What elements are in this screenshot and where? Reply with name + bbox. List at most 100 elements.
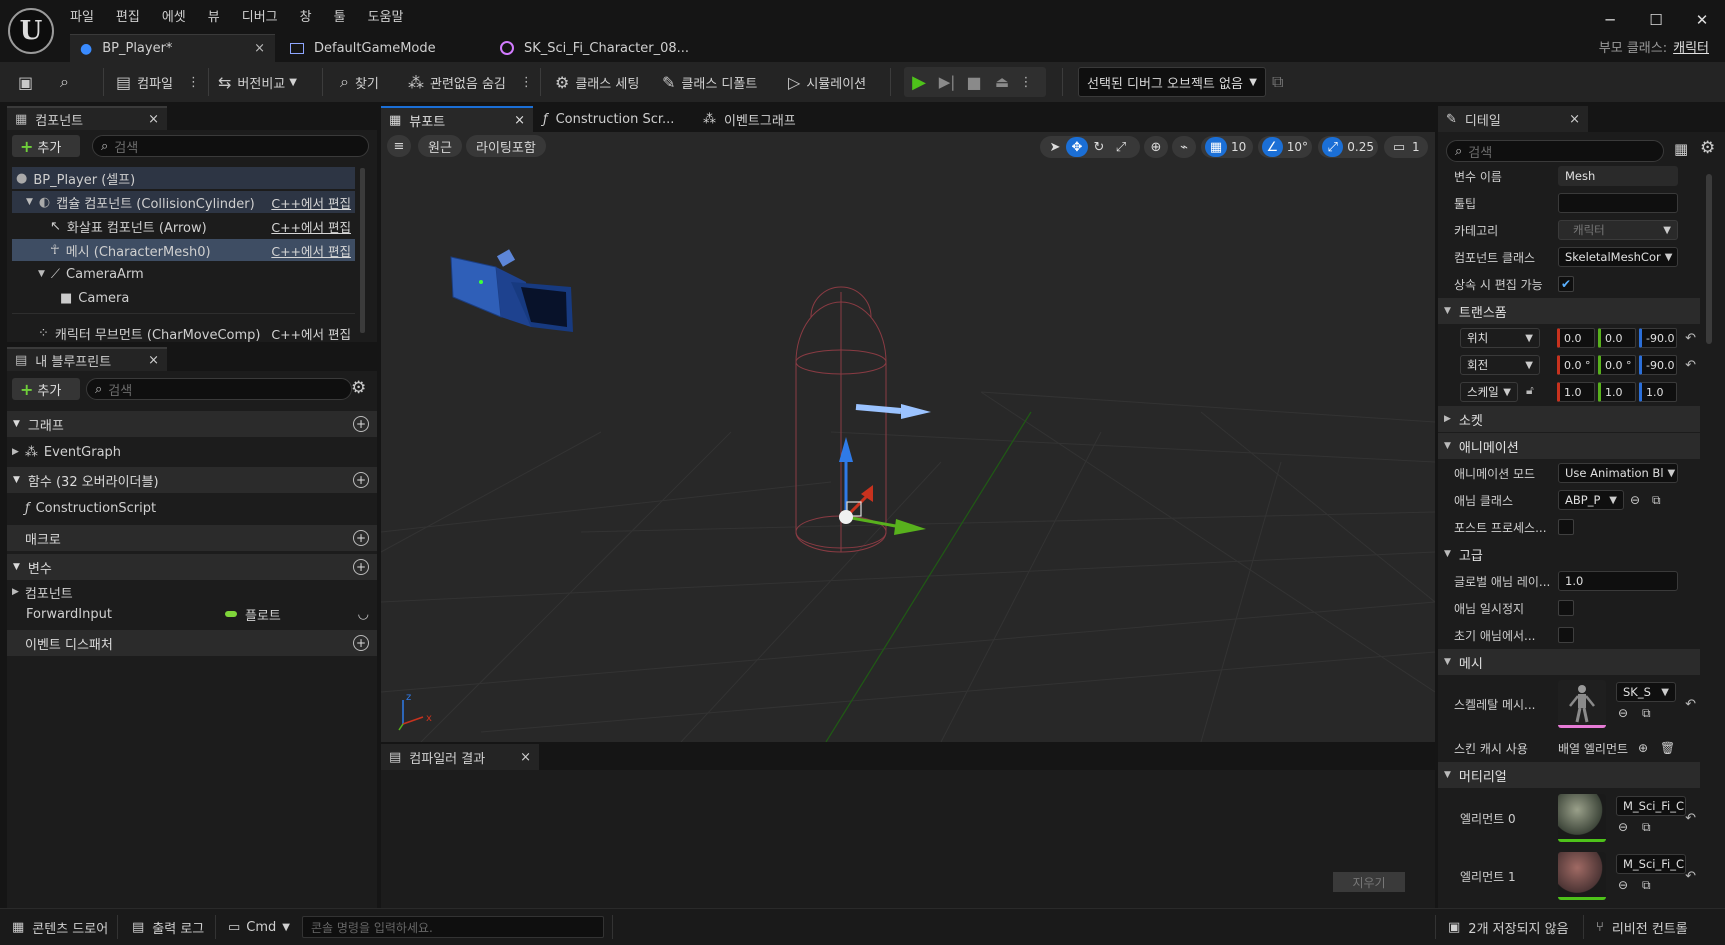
tree-item-arrow[interactable]: ↖ 화살표 컴포넌트 (Arrow) C++에서 편집 xyxy=(12,215,355,237)
viewport[interactable]: z x xyxy=(381,132,1435,742)
compile-button[interactable]: ▤ 컴파일 ⋮ xyxy=(116,62,200,102)
step-icon[interactable]: ▶| xyxy=(934,73,960,91)
section-functions[interactable]: ▼ 함수 (32 오버라이더블) + xyxy=(7,467,377,493)
location-z[interactable]: -90.0 xyxy=(1639,328,1677,348)
use-selected-icon[interactable]: ⊖ xyxy=(1618,878,1628,892)
rotate-icon[interactable]: ↻ xyxy=(1088,137,1110,157)
section-macros[interactable]: 매크로 + xyxy=(7,525,377,551)
eye-icon[interactable]: ◡ xyxy=(358,607,369,622)
use-selected-icon[interactable]: ⊖ xyxy=(1630,493,1640,507)
section-sockets[interactable]: ▶ 소켓 xyxy=(1438,406,1700,432)
browse-folder-icon[interactable]: ⧉ xyxy=(1642,706,1651,721)
editable-checkbox[interactable]: ✔ xyxy=(1558,276,1574,292)
browse-button[interactable]: ⌕ xyxy=(60,62,75,102)
settings-gear-icon[interactable]: ⚙ xyxy=(351,378,366,398)
world-local-button[interactable]: ⊕ xyxy=(1144,136,1168,158)
browse-folder-icon[interactable]: ⧉ xyxy=(1642,820,1651,835)
lock-icon[interactable]: 🔓︎ xyxy=(1526,383,1534,398)
add-graph-icon[interactable]: + xyxy=(353,416,369,432)
doc-tab-bp-player[interactable]: ● BP_Player* × xyxy=(70,34,275,62)
my-blueprint-search-input[interactable]: ⌕ 검색 xyxy=(86,378,352,400)
rotation-x[interactable]: 0.0 ° xyxy=(1557,355,1595,375)
material-1-thumbnail[interactable] xyxy=(1558,852,1606,900)
settings-gear-icon[interactable]: ⚙ xyxy=(1700,138,1715,158)
compiler-tab[interactable]: ▤ 컴파일러 결과 × xyxy=(381,744,539,770)
eject-icon[interactable]: ⏏ xyxy=(988,73,1016,91)
clear-button[interactable]: 지우기 xyxy=(1333,872,1405,892)
tree-item-camera-arm[interactable]: ▼ ⟋ CameraArm xyxy=(12,263,355,285)
use-selected-icon[interactable]: ⊖ xyxy=(1618,706,1628,720)
edit-cpp-link[interactable]: C++에서 편집 xyxy=(271,217,351,236)
location-y[interactable]: 0.0 xyxy=(1598,328,1636,348)
edit-cpp-link[interactable]: C++에서 편집 xyxy=(271,193,351,212)
class-settings-button[interactable]: ⚙ 클래스 세팅 xyxy=(555,62,639,102)
debug-object-dropdown[interactable]: 선택된 디버그 오브젝트 없음 ▼ xyxy=(1078,67,1266,97)
component-class-dropdown[interactable]: SkeletalMeshCor ▼ xyxy=(1558,247,1678,267)
my-blueprint-tab[interactable]: ▤ 내 블루프린트 × xyxy=(7,347,167,371)
browse-folder-icon[interactable]: ⧉ xyxy=(1652,493,1661,508)
details-scrollbar[interactable] xyxy=(1706,174,1712,344)
initial-anim-checkbox[interactable] xyxy=(1558,627,1574,643)
unsaved-assets-button[interactable]: ▣ 2개 저장되지 않음 xyxy=(1448,909,1569,945)
location-mode-dropdown[interactable]: 위치 ▼ xyxy=(1460,328,1540,348)
viewport-menu-button[interactable]: ≡ xyxy=(387,135,411,157)
material-1-field[interactable]: M_Sci_Fi_C xyxy=(1616,854,1686,874)
add-member-button[interactable]: + 추가 xyxy=(12,378,80,400)
tree-item-movement[interactable]: ⁘ 캐릭터 무브먼트 (CharMoveComp) C++에서 편집 xyxy=(12,322,355,344)
reset-arrow-icon[interactable]: ↶ xyxy=(1685,358,1696,373)
diff-button[interactable]: ⇆ 버전비교 ▼ xyxy=(218,62,297,102)
skeletal-mesh-thumbnail[interactable] xyxy=(1558,680,1606,728)
use-selected-icon[interactable]: ⊖ xyxy=(1618,820,1628,834)
tree-item-self[interactable]: ● BP_Player (셀프) xyxy=(12,167,355,189)
lighting-button[interactable]: 라이팅포함 xyxy=(466,135,546,157)
content-drawer-button[interactable]: ▦ 콘텐츠 드로어 xyxy=(12,909,108,945)
add-element-icon[interactable]: ⊕ xyxy=(1638,741,1648,755)
details-search-input[interactable]: ⌕ 검색 xyxy=(1446,140,1664,162)
menu-help[interactable]: 도움말 xyxy=(368,6,418,25)
variable-item-forward-input[interactable]: ForwardInput 플로트 ◡ xyxy=(7,602,377,626)
more-icon[interactable]: ⋮ xyxy=(520,75,533,90)
section-event-dispatchers[interactable]: 이벤트 디스패처 + xyxy=(7,630,377,656)
close-icon[interactable]: × xyxy=(520,750,531,765)
cmd-dropdown[interactable]: ▭ Cmd ▼ xyxy=(228,909,290,945)
material-0-thumbnail[interactable] xyxy=(1558,794,1606,842)
reset-arrow-icon[interactable]: ↶ xyxy=(1685,869,1696,884)
section-mesh[interactable]: ▼ 메시 xyxy=(1438,649,1700,675)
details-tab[interactable]: ✎ 디테일 × xyxy=(1438,106,1588,132)
forward-arrow-component[interactable] xyxy=(855,404,931,419)
scale-z[interactable]: 1.0 xyxy=(1639,382,1677,402)
camera-mesh[interactable] xyxy=(450,249,573,332)
menu-view[interactable]: 뷰 xyxy=(208,6,234,25)
menu-tools[interactable]: 툴 xyxy=(334,6,360,25)
edit-cpp-link[interactable]: C++에서 편집 xyxy=(271,324,351,343)
viewport-scene[interactable]: z x xyxy=(381,132,1435,742)
more-icon[interactable]: ⋮ xyxy=(187,75,200,90)
scale-mode-dropdown[interactable]: 스케일 ▼ xyxy=(1460,382,1518,402)
tab-construction-script[interactable]: ƒ Construction Scr... xyxy=(533,106,693,132)
section-graphs[interactable]: ▼ 그래프 + xyxy=(7,411,377,437)
function-item-construction-script[interactable]: ƒ ConstructionScript xyxy=(7,496,377,520)
location-x[interactable]: 0.0 xyxy=(1557,328,1595,348)
rotation-y[interactable]: 0.0 ° xyxy=(1598,355,1636,375)
scale-y[interactable]: 1.0 xyxy=(1598,382,1636,402)
section-variables[interactable]: ▼ 변수 + xyxy=(7,554,377,580)
post-process-checkbox[interactable] xyxy=(1558,519,1574,535)
save-button[interactable]: ▣ xyxy=(18,62,39,102)
anim-class-dropdown[interactable]: ABP_P ▼ xyxy=(1558,490,1624,510)
close-icon[interactable]: × xyxy=(148,112,159,127)
rotation-z[interactable]: -90.0 xyxy=(1639,355,1677,375)
select-icon[interactable]: ➤ xyxy=(1044,137,1066,157)
browse-folder-icon[interactable]: ⧉ xyxy=(1642,878,1651,893)
section-materials[interactable]: ▼ 머티리얼 xyxy=(1438,762,1700,788)
reset-arrow-icon[interactable]: ↶ xyxy=(1685,697,1696,712)
unreal-logo-icon[interactable]: U xyxy=(8,8,54,54)
find-button[interactable]: ⌕ 찾기 xyxy=(340,62,379,102)
rotation-mode-dropdown[interactable]: 회전 ▼ xyxy=(1460,355,1540,375)
variable-name-input[interactable]: Mesh xyxy=(1558,166,1678,186)
tree-item-camera[interactable]: ■ Camera xyxy=(12,287,355,309)
scale-icon[interactable]: ⤢ xyxy=(1110,137,1132,157)
simulation-button[interactable]: ▷ 시뮬레이션 xyxy=(788,62,866,102)
debug-filter-button[interactable]: ⧉ xyxy=(1272,62,1289,102)
add-variable-icon[interactable]: + xyxy=(353,559,369,575)
rotation-snap-button[interactable]: ∠ 10° xyxy=(1258,136,1312,158)
